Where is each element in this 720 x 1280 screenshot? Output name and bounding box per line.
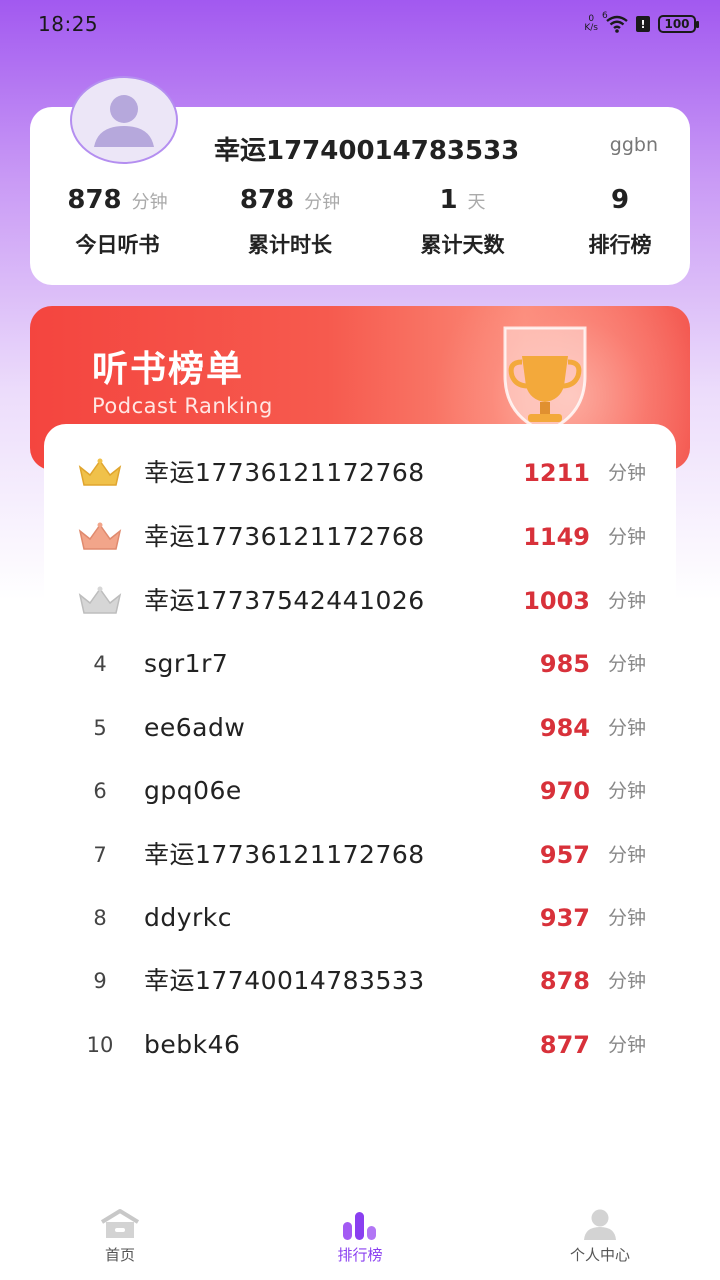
ranking-name: ee6adw	[144, 713, 246, 742]
trophy-icon	[503, 326, 587, 434]
ranking-row[interactable]: 幸运17736121172768 1149 分钟	[44, 505, 676, 569]
user-tag: ggbn	[609, 134, 658, 156]
username: 幸运17740014783533	[214, 136, 520, 166]
ranking-value: 937	[539, 904, 590, 932]
ranking-unit: 分钟	[607, 653, 646, 675]
ranking-unit: 分钟	[607, 844, 646, 866]
ranking-row[interactable]: 幸运17736121172768 1211 分钟	[44, 441, 676, 505]
stat-total-duration: 878 分钟 累计时长	[205, 185, 375, 275]
network-speed: 0 K/s	[584, 15, 598, 33]
ranking-name: 幸运17736121172768	[144, 458, 425, 487]
ranking-position: 5	[93, 716, 107, 740]
ranking-row[interactable]: 7 幸运17736121172768 957 分钟	[44, 823, 676, 887]
ranking-value: 1149	[523, 523, 590, 551]
ranking-name: bebk46	[144, 1030, 241, 1059]
silver-crown-icon	[72, 569, 128, 633]
ranking-row[interactable]: 6 gpq06e 970 分钟	[44, 759, 676, 823]
ranking-name: ddyrkc	[144, 903, 233, 932]
status-icons: 0 K/s 6 ! 100	[584, 11, 699, 33]
wifi-icon: 6	[602, 11, 628, 33]
stat-total-days: 1 天 累计天数	[375, 185, 550, 275]
gold-crown-icon	[72, 441, 128, 505]
nav-ranking[interactable]: 排行榜	[240, 1200, 480, 1280]
stat-label: 累计时长	[248, 233, 332, 257]
home-icon	[100, 1209, 140, 1238]
banner-subtitle: Podcast Ranking	[92, 394, 273, 418]
ranking-position: 4	[93, 652, 107, 676]
ranking-unit: 分钟	[607, 1034, 646, 1056]
ranking-name: sgr1r7	[144, 649, 229, 678]
stat-label: 累计天数	[420, 233, 505, 257]
ranking-name: 幸运17740014783533	[144, 966, 425, 995]
ranking-row[interactable]: 9 幸运17740014783533 878 分钟	[44, 949, 676, 1013]
ranking-unit: 分钟	[607, 970, 646, 992]
ranking-value: 984	[539, 714, 590, 742]
ranking-value: 985	[539, 650, 590, 678]
bar-chart-icon	[343, 1212, 376, 1240]
ranking-unit: 分钟	[607, 462, 646, 484]
stat-value: 1	[439, 185, 458, 215]
stat-unit: 分钟	[131, 192, 168, 213]
nav-profile[interactable]: 个人中心	[480, 1200, 720, 1280]
ranking-name: gpq06e	[144, 776, 242, 805]
ranking-unit: 分钟	[607, 907, 646, 929]
ranking-position: 7	[93, 843, 107, 867]
ranking-row[interactable]: 5 ee6adw 984 分钟	[44, 696, 676, 760]
ranking-value: 878	[539, 967, 590, 995]
ranking-row[interactable]: 10 bebk46 877 分钟	[44, 1013, 676, 1077]
status-bar: 18:25 0 K/s 6 ! 100	[0, 0, 720, 48]
stat-unit: 天	[467, 192, 486, 213]
stats-row: 878 分钟 今日听书 878 分钟 累计时长 1 天 累计天数 9 排行榜	[30, 185, 690, 275]
ranking-position: 8	[93, 906, 107, 930]
stat-today-listening: 878 分钟 今日听书	[30, 185, 205, 275]
ranking-name: 幸运17736121172768	[144, 840, 425, 869]
wifi-badge: 6	[602, 11, 608, 21]
ranking-value: 957	[539, 841, 590, 869]
stat-value: 878	[67, 185, 122, 215]
banner-title: 听书榜单	[92, 349, 245, 390]
bronze-crown-icon	[72, 505, 128, 569]
stat-unit: 分钟	[304, 192, 341, 213]
person-icon	[584, 1209, 616, 1240]
stat-label: 今日听书	[75, 233, 160, 257]
ranking-list: 幸运17736121172768 1211 分钟 幸运1773612117276…	[44, 424, 676, 1124]
ranking-position: 10	[86, 1033, 114, 1057]
battery-icon: 100	[658, 15, 699, 33]
ranking-name: 幸运17736121172768	[144, 522, 425, 551]
bottom-nav: 首页 排行榜 个人中心	[0, 1200, 720, 1280]
stat-value: 9	[610, 185, 630, 215]
ranking-position: 9	[93, 969, 107, 993]
ranking-value: 970	[539, 777, 590, 805]
stat-label: 排行榜	[588, 233, 652, 257]
stat-value: 878	[239, 185, 295, 215]
ranking-row[interactable]: 8 ddyrkc 937 分钟	[44, 886, 676, 950]
user-silhouette-icon	[70, 76, 178, 164]
ranking-unit: 分钟	[607, 526, 646, 548]
ranking-unit: 分钟	[607, 717, 646, 739]
ranking-row[interactable]: 幸运17737542441026 1003 分钟	[44, 569, 676, 633]
status-time: 18:25	[38, 12, 99, 36]
ranking-value: 877	[539, 1031, 590, 1059]
ranking-unit: 分钟	[607, 590, 646, 612]
nav-label: 排行榜	[337, 1246, 383, 1264]
avatar[interactable]	[70, 76, 178, 164]
ranking-unit: 分钟	[607, 780, 646, 802]
sim-alert-icon: !	[636, 16, 650, 32]
ranking-row[interactable]: 4 sgr1r7 985 分钟	[44, 632, 676, 696]
nav-label: 个人中心	[569, 1246, 630, 1264]
ranking-value: 1003	[523, 587, 590, 615]
ranking-position: 6	[93, 779, 107, 803]
network-speed-unit: K/s	[584, 23, 598, 33]
nav-home[interactable]: 首页	[0, 1200, 240, 1280]
ranking-value: 1211	[523, 459, 590, 487]
stat-ranking[interactable]: 9 排行榜	[550, 185, 690, 275]
ranking-name: 幸运17737542441026	[144, 586, 425, 615]
nav-label: 首页	[104, 1246, 135, 1264]
